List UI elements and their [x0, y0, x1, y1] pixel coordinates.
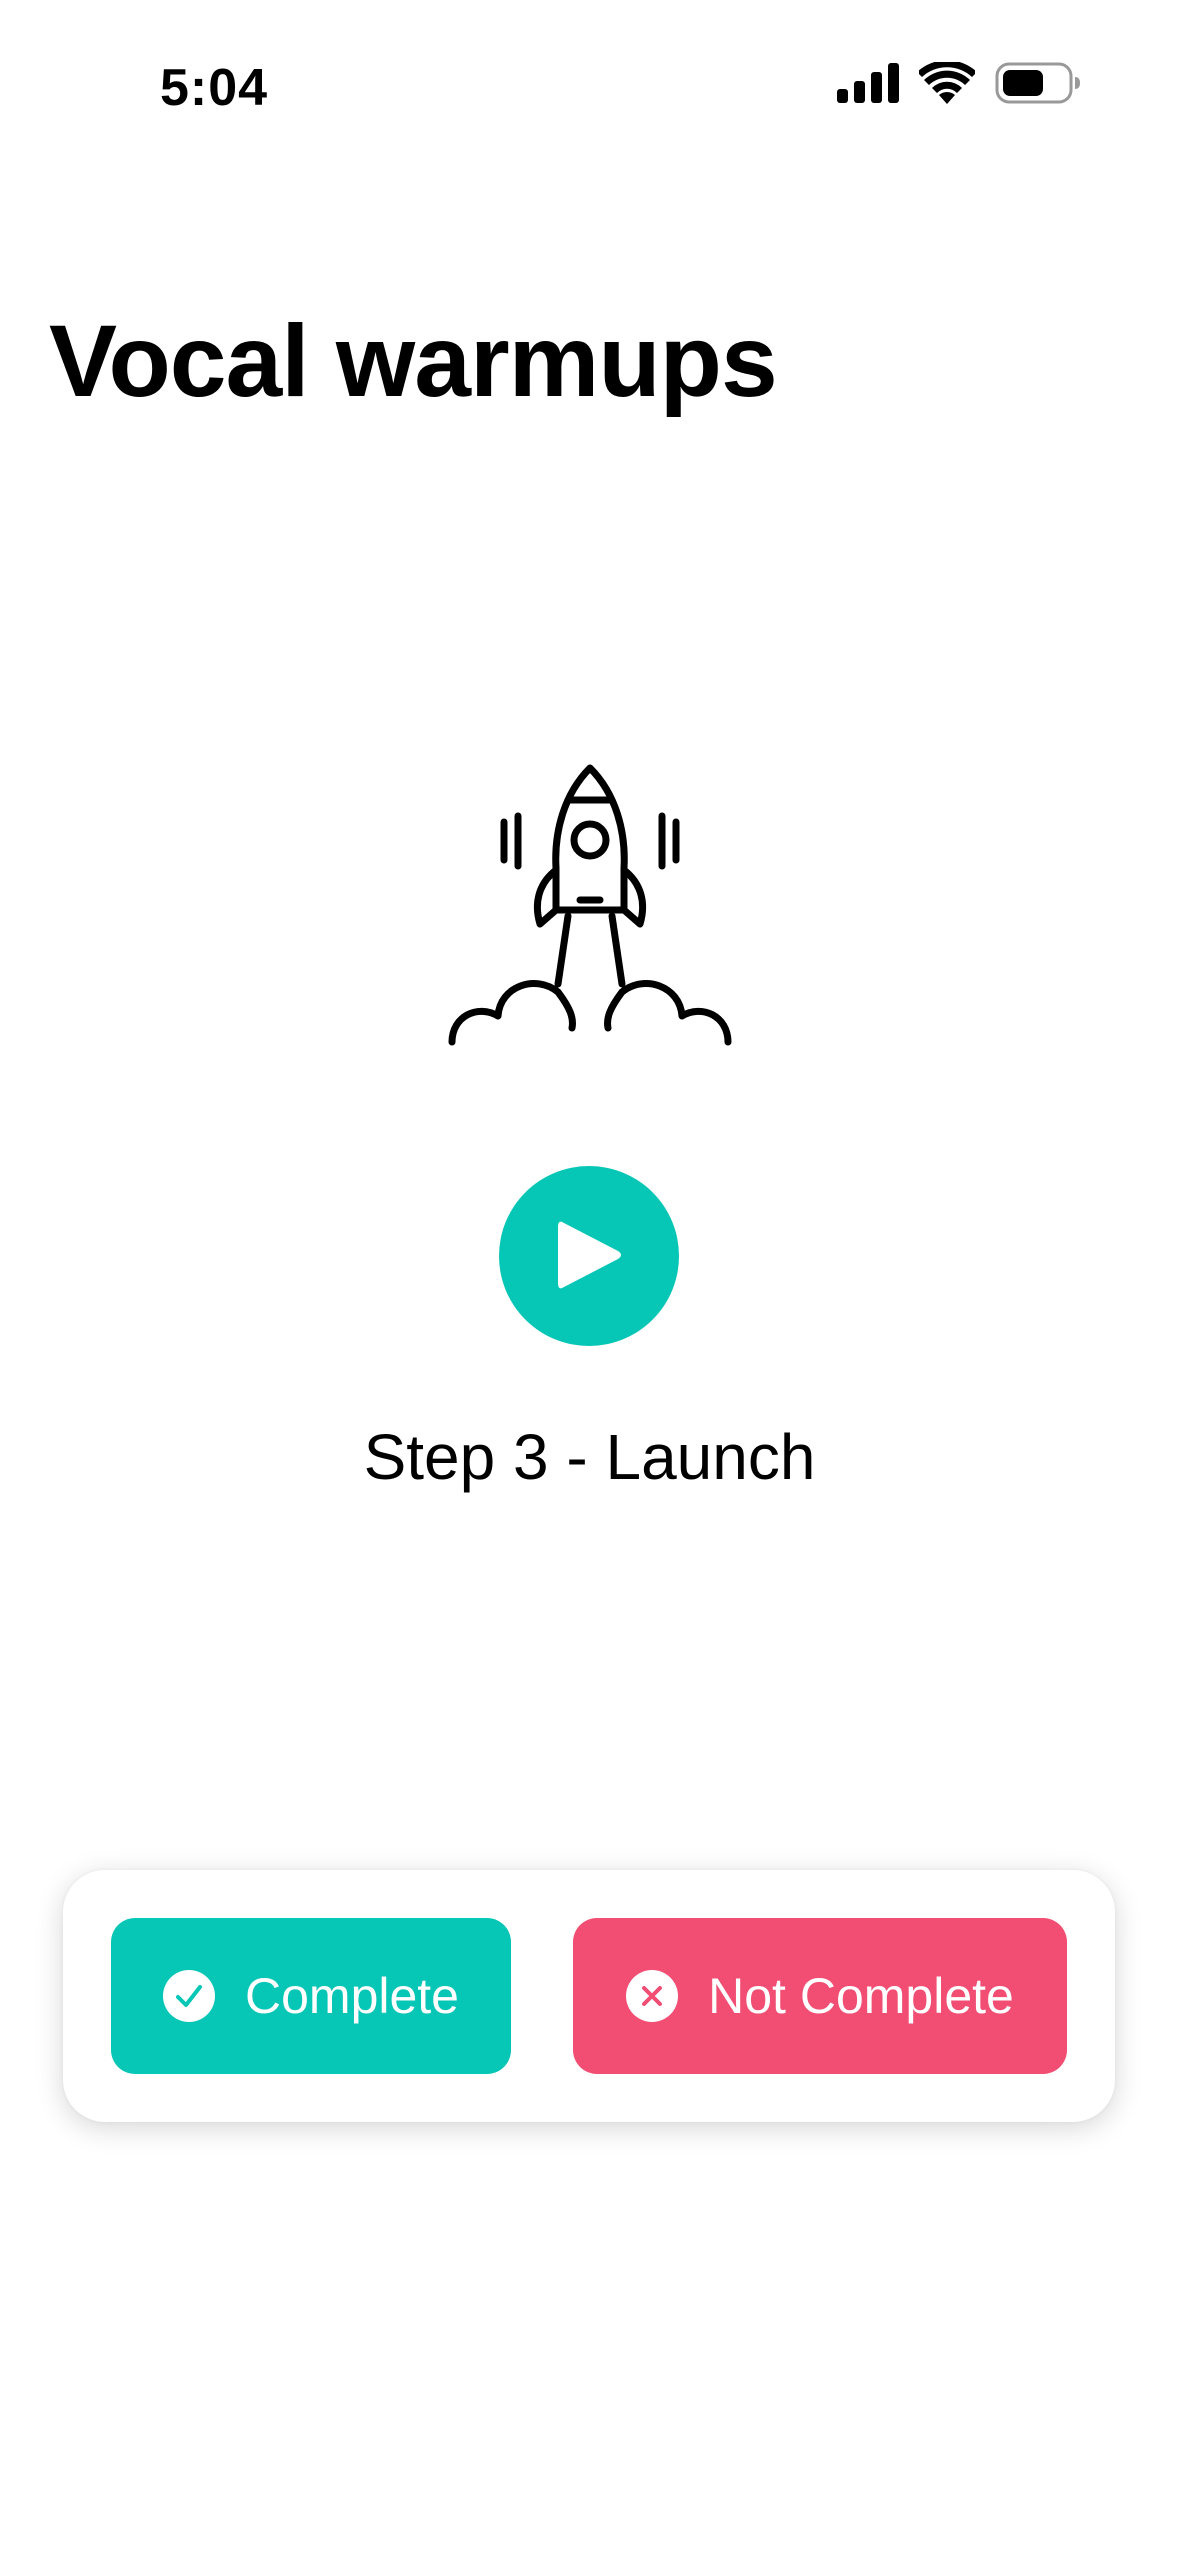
- status-time: 5:04: [160, 59, 269, 117]
- screen: 5:04 Vocal warmups Step 3 - Launch Compl…: [0, 0, 1179, 2556]
- wifi-icon: [917, 60, 977, 109]
- play-button[interactable]: [499, 1166, 679, 1346]
- action-card: Complete Not Complete: [63, 1870, 1115, 2122]
- rocket-launch-icon: [440, 760, 740, 1060]
- status-icons: [837, 60, 1081, 109]
- page-title: Vocal warmups: [49, 304, 778, 418]
- status-bar: 5:04: [0, 0, 1179, 150]
- not-complete-button-label: Not Complete: [708, 1968, 1014, 2024]
- cellular-signal-icon: [837, 63, 899, 108]
- battery-icon: [995, 62, 1081, 109]
- x-circle-icon: [626, 1970, 679, 2022]
- complete-button-label: Complete: [245, 1968, 459, 2024]
- complete-button[interactable]: Complete: [111, 1918, 511, 2074]
- play-icon: [554, 1217, 624, 1296]
- check-circle-icon: [163, 1970, 215, 2022]
- not-complete-button[interactable]: Not Complete: [573, 1918, 1067, 2074]
- step-label: Step 3 - Launch: [363, 1421, 816, 1493]
